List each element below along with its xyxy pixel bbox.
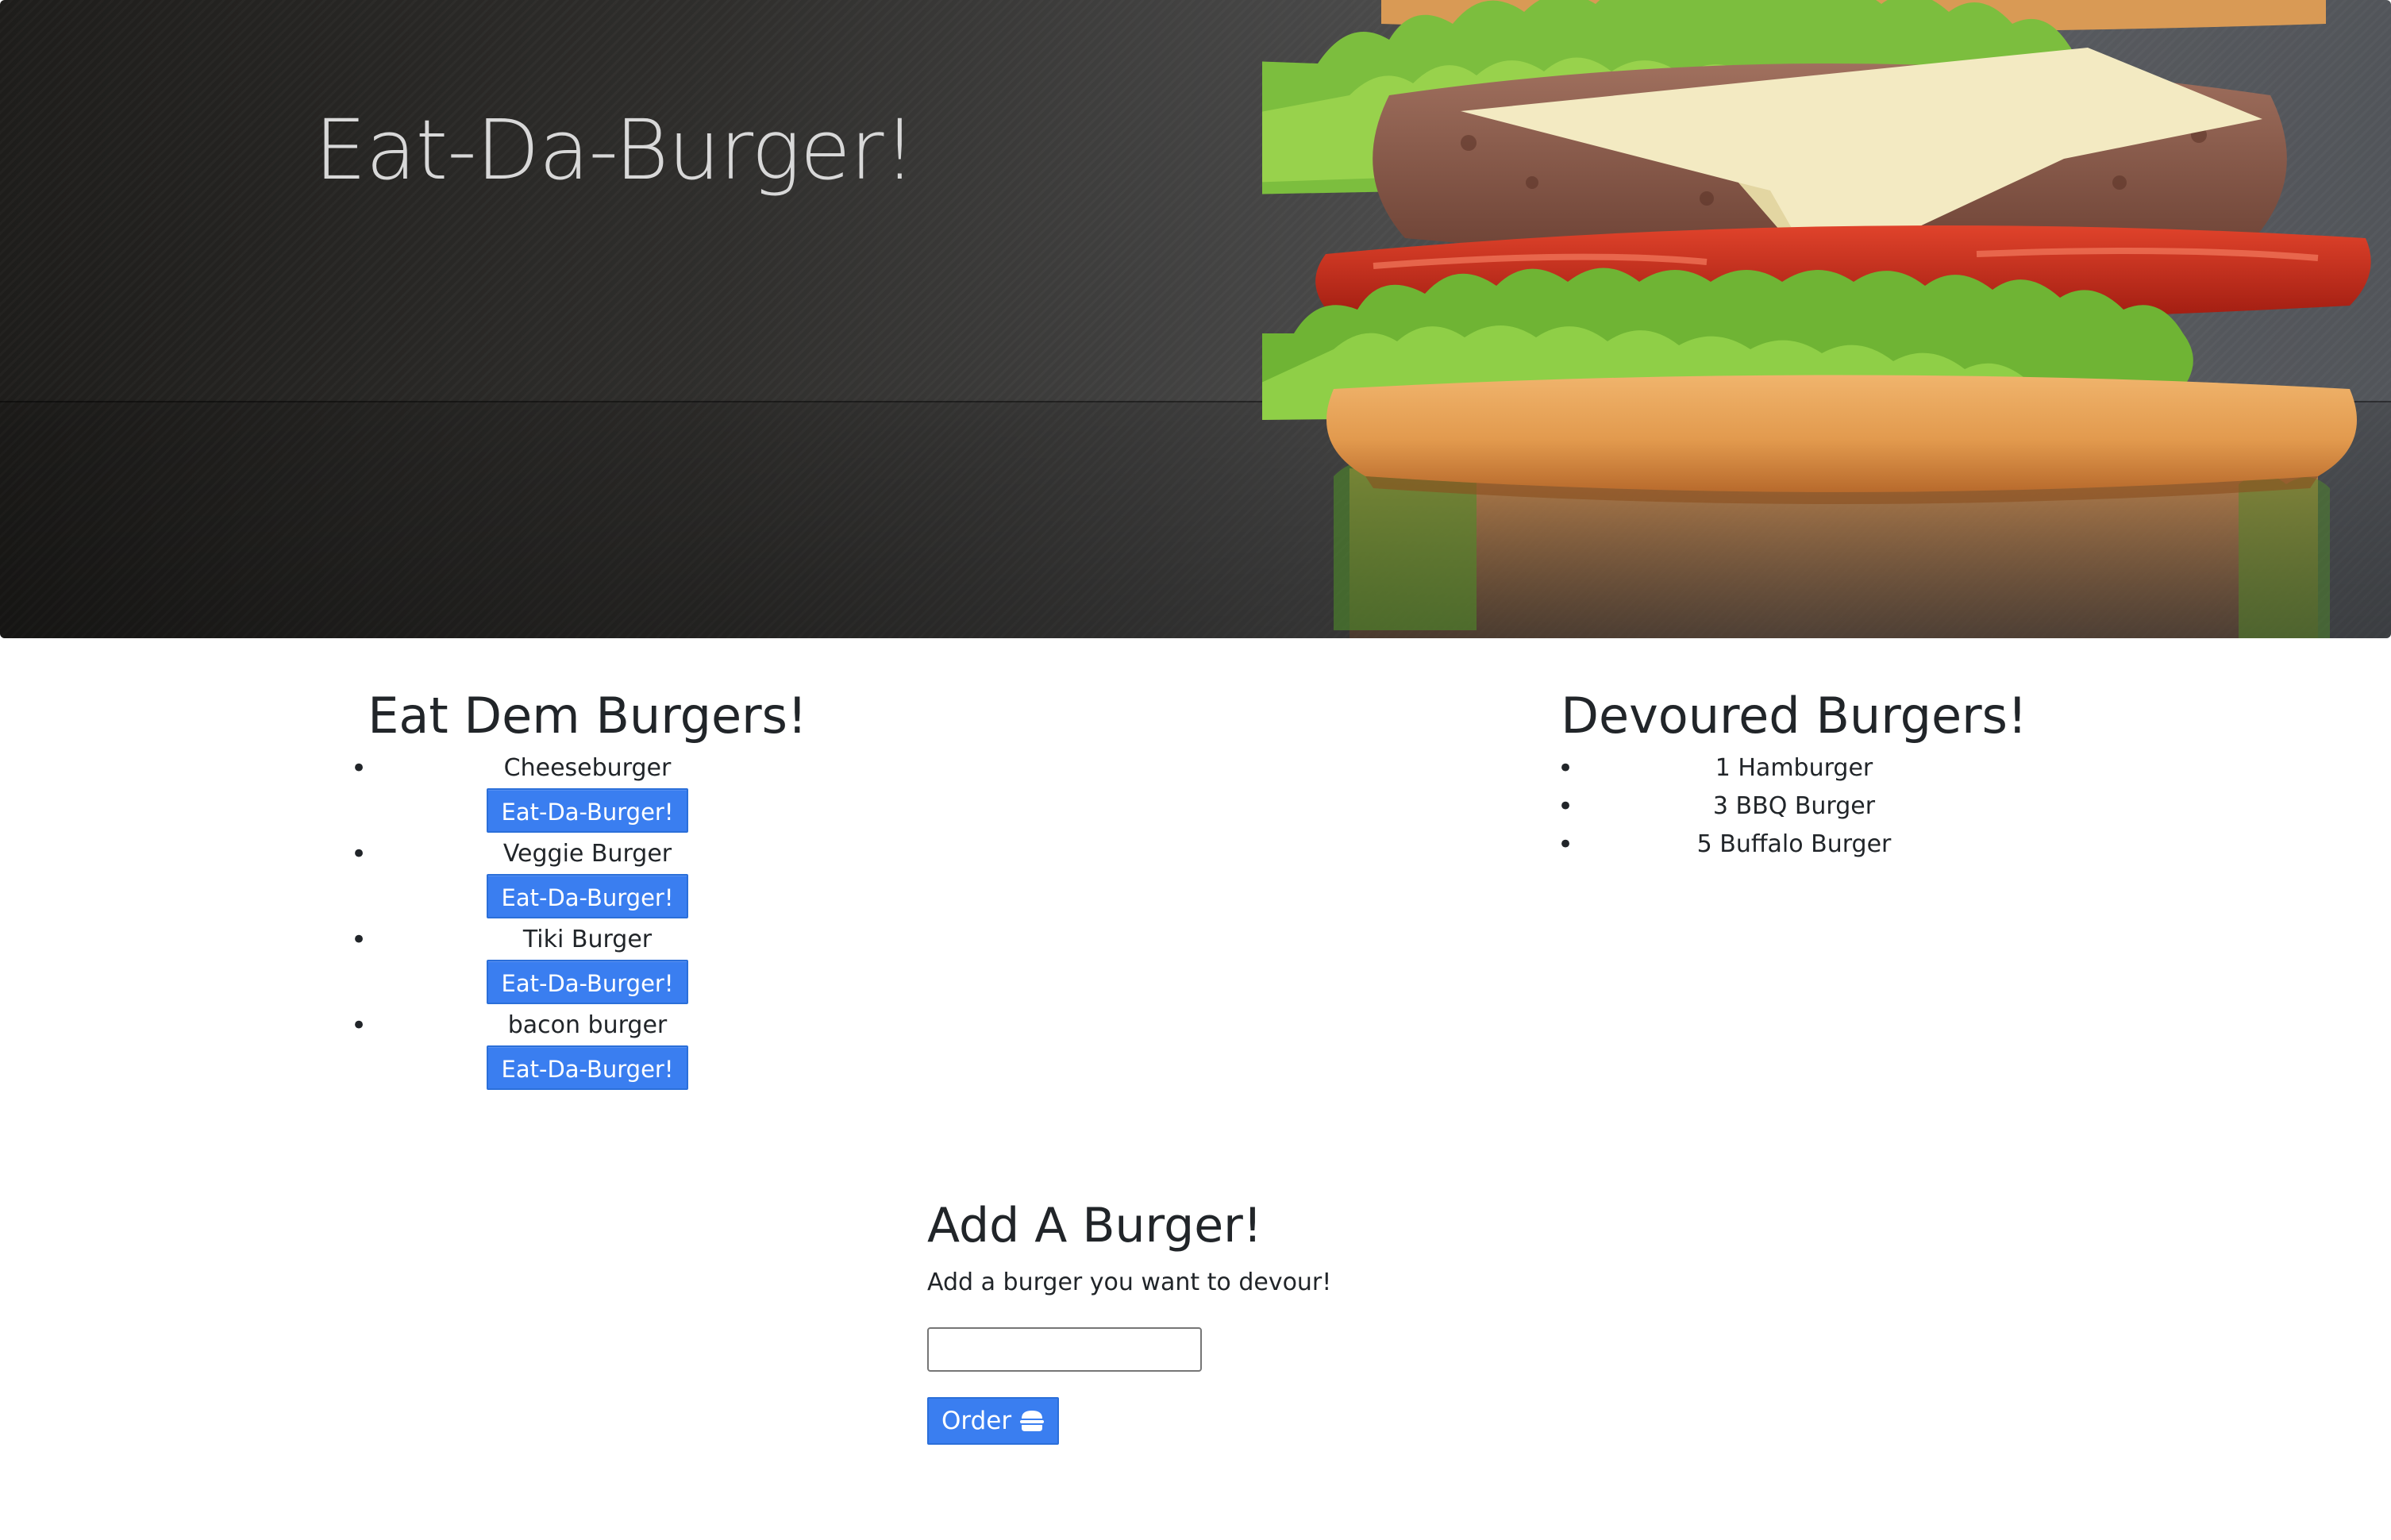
list-item: • 5 Buffalo Burger — [1548, 826, 2040, 864]
burger-photo — [1262, 0, 2371, 638]
bullet-icon: • — [1557, 753, 1574, 784]
burger-name-input[interactable] — [927, 1327, 1202, 1372]
order-button-label: Order — [941, 1407, 1012, 1435]
list-item: • bacon burger Eat-Da-Burger! — [341, 1007, 834, 1092]
eat-burgers-column: Eat Dem Burgers! • Cheeseburger Eat-Da-B… — [341, 683, 834, 1092]
burger-name: Cheeseburger — [503, 754, 672, 782]
bullet-icon: • — [351, 924, 368, 956]
burger-name: 3 BBQ Burger — [1712, 792, 1876, 820]
list-item: • 3 BBQ Burger — [1548, 787, 2040, 826]
bullet-icon: • — [1557, 791, 1574, 822]
devoured-burger-list: • 1 Hamburger • 3 BBQ Burger • 5 Buffalo… — [1548, 749, 2040, 864]
list-item: • Tiki Burger Eat-Da-Burger! — [341, 921, 834, 1007]
burger-name: 1 Hamburger — [1715, 754, 1873, 782]
bullet-icon: • — [351, 753, 368, 784]
list-item: • 1 Hamburger — [1548, 749, 2040, 787]
add-burger-form: Add A Burger! Add a burger you want to d… — [927, 1194, 1642, 1445]
order-button[interactable]: Order — [927, 1397, 1060, 1445]
devoured-burgers-heading: Devoured Burgers! — [1561, 687, 2027, 745]
list-item: • Cheeseburger Eat-Da-Burger! — [341, 749, 834, 835]
burger-name: 5 Buffalo Burger — [1696, 830, 1892, 858]
bullet-icon: • — [1557, 829, 1574, 860]
add-burger-description: Add a burger you want to devour! — [927, 1269, 1332, 1296]
bullet-icon: • — [351, 1010, 368, 1041]
eat-burger-button[interactable]: Eat-Da-Burger! — [487, 1045, 688, 1090]
bullet-icon: • — [351, 838, 368, 870]
burger-name: bacon burger — [507, 1011, 668, 1039]
eat-burger-button[interactable]: Eat-Da-Burger! — [487, 788, 688, 833]
hero-title: Eat-Da-Burger! — [314, 102, 916, 198]
uneaten-burger-list: • Cheeseburger Eat-Da-Burger! • Veggie B… — [341, 749, 834, 1092]
add-burger-heading: Add A Burger! — [927, 1198, 1262, 1253]
hero-banner: Eat-Da-Burger! — [0, 0, 2391, 638]
eat-burger-button[interactable]: Eat-Da-Burger! — [487, 960, 688, 1004]
list-item: • Veggie Burger Eat-Da-Burger! — [341, 835, 834, 921]
burger-name: Tiki Burger — [522, 926, 653, 953]
hamburger-icon — [1020, 1411, 1045, 1431]
page: Eat-Da-Burger! Eat Dem Burgers! • Cheese… — [0, 0, 2391, 1540]
burger-name: Veggie Burger — [502, 840, 672, 868]
eat-burgers-heading: Eat Dem Burgers! — [368, 687, 807, 745]
eat-burger-button[interactable]: Eat-Da-Burger! — [487, 874, 688, 918]
devoured-burgers-column: Devoured Burgers! • 1 Hamburger • 3 BBQ … — [1548, 683, 2040, 864]
